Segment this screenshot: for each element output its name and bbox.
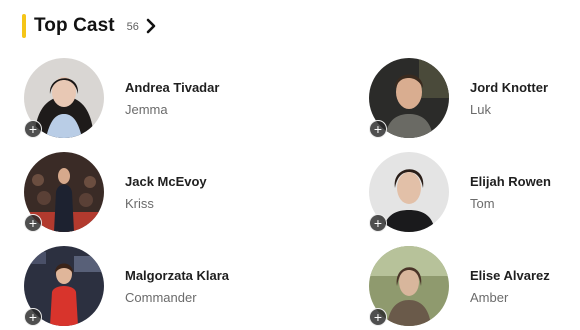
avatar-wrapper: + <box>369 58 449 138</box>
cast-item: + Jack McEvoy Kriss <box>24 151 207 233</box>
actor-name[interactable]: Malgorzata Klara <box>125 268 229 283</box>
character-name: Amber <box>470 289 509 305</box>
character-name: Jemma <box>125 101 168 117</box>
cast-item: + Elijah Rowen Tom <box>369 151 551 233</box>
plus-icon[interactable]: + <box>24 308 42 326</box>
avatar-wrapper: + <box>24 58 104 138</box>
section-title[interactable]: Top Cast <box>34 15 115 37</box>
chevron-right-icon[interactable] <box>145 17 159 35</box>
avatar-wrapper: + <box>24 246 104 326</box>
plus-icon[interactable]: + <box>369 214 387 232</box>
character-name: Commander <box>125 289 197 305</box>
cast-info: Elise Alvarez Amber <box>470 268 550 305</box>
cast-info: Jack McEvoy Kriss <box>125 174 207 211</box>
cast-item: + Jord Knotter Luk <box>369 57 548 139</box>
cast-item: + Andrea Tivadar Jemma <box>24 57 219 139</box>
cast-count: 56 <box>126 20 139 33</box>
plus-icon[interactable]: + <box>369 308 387 326</box>
plus-icon[interactable]: + <box>24 214 42 232</box>
plus-icon[interactable]: + <box>24 120 42 138</box>
cast-info: Jord Knotter Luk <box>470 80 548 117</box>
character-name: Luk <box>470 101 491 117</box>
avatar-wrapper: + <box>24 152 104 232</box>
avatar-wrapper: + <box>369 246 449 326</box>
actor-name[interactable]: Jord Knotter <box>470 80 548 95</box>
actor-name[interactable]: Jack McEvoy <box>125 174 207 189</box>
cast-info: Andrea Tivadar Jemma <box>125 80 219 117</box>
top-cast-section: Top Cast 56 + Andrea Tivadar Jemma + Jor… <box>0 0 580 330</box>
cast-item: + Malgorzata Klara Commander <box>24 245 229 327</box>
cast-info: Elijah Rowen Tom <box>470 174 551 211</box>
actor-name[interactable]: Elijah Rowen <box>470 174 551 189</box>
actor-name[interactable]: Andrea Tivadar <box>125 80 219 95</box>
cast-item: + Elise Alvarez Amber <box>369 245 550 327</box>
accent-bar <box>22 14 26 38</box>
character-name: Tom <box>470 195 495 211</box>
actor-name[interactable]: Elise Alvarez <box>470 268 550 283</box>
section-header: Top Cast 56 <box>22 14 159 38</box>
cast-info: Malgorzata Klara Commander <box>125 268 229 305</box>
plus-icon[interactable]: + <box>369 120 387 138</box>
avatar-wrapper: + <box>369 152 449 232</box>
character-name: Kriss <box>125 195 154 211</box>
